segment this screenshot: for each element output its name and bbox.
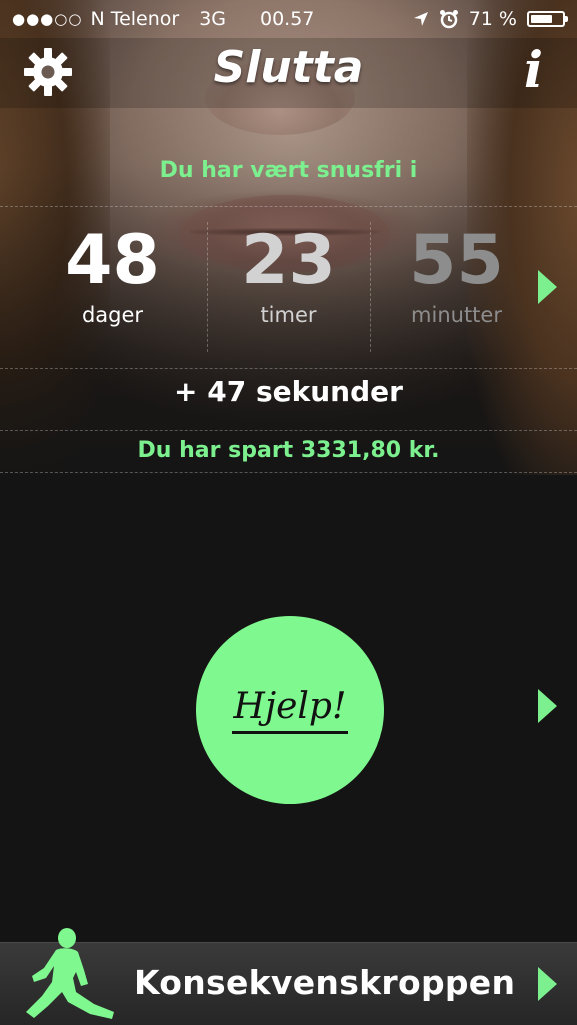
- hours-value: 23: [241, 221, 336, 300]
- network-type: 3G: [199, 8, 227, 30]
- alarm-clock-icon: [439, 10, 458, 29]
- nav-bar: Slutta i: [0, 38, 577, 108]
- help-next-arrow-icon[interactable]: [538, 689, 557, 723]
- location-arrow-icon: [413, 12, 428, 26]
- status-time: 00.57: [260, 8, 315, 30]
- minutes-counter: 55 minutter: [374, 222, 539, 352]
- help-button-label: Hjelp!: [231, 686, 349, 734]
- running-man-icon: [26, 928, 114, 1019]
- help-button[interactable]: Hjelp!: [196, 616, 384, 804]
- battery-percent: 71 %: [468, 8, 517, 30]
- carrier-name: N Telenor: [90, 8, 180, 30]
- hours-counter: 23 timer: [206, 222, 371, 352]
- counter-next-arrow-icon[interactable]: [538, 270, 557, 304]
- consequences-arrow-icon[interactable]: [538, 967, 557, 1001]
- hours-label: timer: [260, 303, 317, 327]
- battery-icon: [527, 11, 568, 27]
- minutes-label: minutter: [411, 303, 502, 327]
- days-value: 48: [65, 221, 160, 300]
- smoke-free-headline: Du har vært snusfri i: [159, 158, 418, 183]
- money-saved-text: Du har spart 3331,80 kr.: [137, 438, 440, 463]
- battery-fill: [531, 15, 553, 23]
- consequences-label: Konsekvenskroppen: [134, 963, 516, 1002]
- divider-middle: [0, 368, 577, 369]
- counter-separator-2: [370, 222, 371, 352]
- divider-top: [0, 206, 577, 207]
- signal-strength: ●●●○○: [12, 10, 83, 28]
- days-label: dager: [81, 303, 144, 327]
- status-bar: ●●●○○ N Telenor 3G 00.57 71 %: [0, 0, 577, 38]
- seconds-text: + 47 sekunder: [174, 375, 403, 408]
- divider-lower: [0, 430, 577, 431]
- app-title: Slutta: [213, 42, 364, 93]
- days-counter: 48 dager: [30, 222, 195, 352]
- minutes-value: 55: [409, 221, 504, 300]
- divider-bottom: [0, 472, 577, 473]
- info-button[interactable]: i: [524, 40, 543, 99]
